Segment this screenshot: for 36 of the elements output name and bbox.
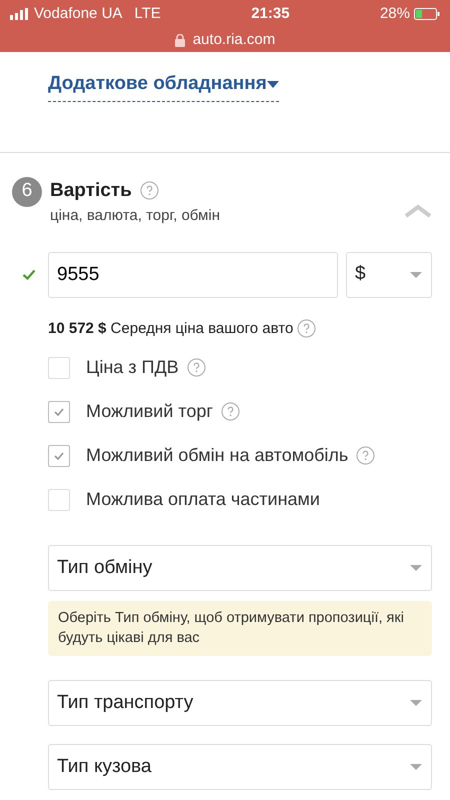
- option-label: Ціна з ПДВ: [86, 356, 179, 379]
- check-icon: [54, 408, 64, 416]
- price-input[interactable]: 9555: [48, 252, 338, 298]
- clock: 21:35: [251, 4, 290, 24]
- option-label: Можливий торг: [86, 400, 213, 423]
- help-icon: [140, 181, 159, 200]
- section-title: Вартість: [50, 178, 132, 202]
- option-label: Можливий обмін на автомобіль: [86, 444, 348, 467]
- option-label: Можлива оплата частинами: [86, 488, 320, 511]
- help-icon: [297, 319, 316, 338]
- dropdown-field[interactable]: Тип обміну: [48, 545, 432, 591]
- section-subtitle: ціна, валюта, торг, обмін: [50, 206, 221, 226]
- signal-icon: [10, 8, 30, 20]
- caret-icon: [409, 270, 423, 278]
- caret-icon: [409, 564, 423, 572]
- checkbox[interactable]: [48, 400, 70, 422]
- average-price-text: 10 572 $ Середня ціна вашого авто: [48, 318, 294, 338]
- lock-icon: [174, 34, 185, 47]
- checkbox[interactable]: [48, 488, 70, 510]
- caret-icon: [266, 80, 279, 88]
- url-text: auto.ria.com: [192, 30, 276, 50]
- checkbox[interactable]: [48, 444, 70, 466]
- hint-message: Оберіть Тип обміну, щоб отримувати пропозиції, які будуть цікаві для вас: [48, 601, 432, 656]
- currency-select[interactable]: $: [346, 252, 432, 298]
- dropdown-field[interactable]: Тип транспорту: [48, 680, 432, 726]
- equipment-link[interactable]: Додаткове обладнання: [48, 70, 279, 102]
- battery-icon: [414, 8, 440, 20]
- caret-icon: [409, 699, 423, 708]
- step-number: 6: [12, 176, 42, 206]
- checkbox[interactable]: [48, 356, 70, 378]
- caret-icon: [409, 763, 423, 772]
- check-icon: [54, 452, 64, 460]
- dropdown-field[interactable]: Тип кузова: [48, 744, 432, 790]
- battery-percent: 28%: [380, 4, 410, 24]
- carrier-name: Vodafone UA: [34, 4, 122, 24]
- network-type: LTE: [134, 4, 161, 24]
